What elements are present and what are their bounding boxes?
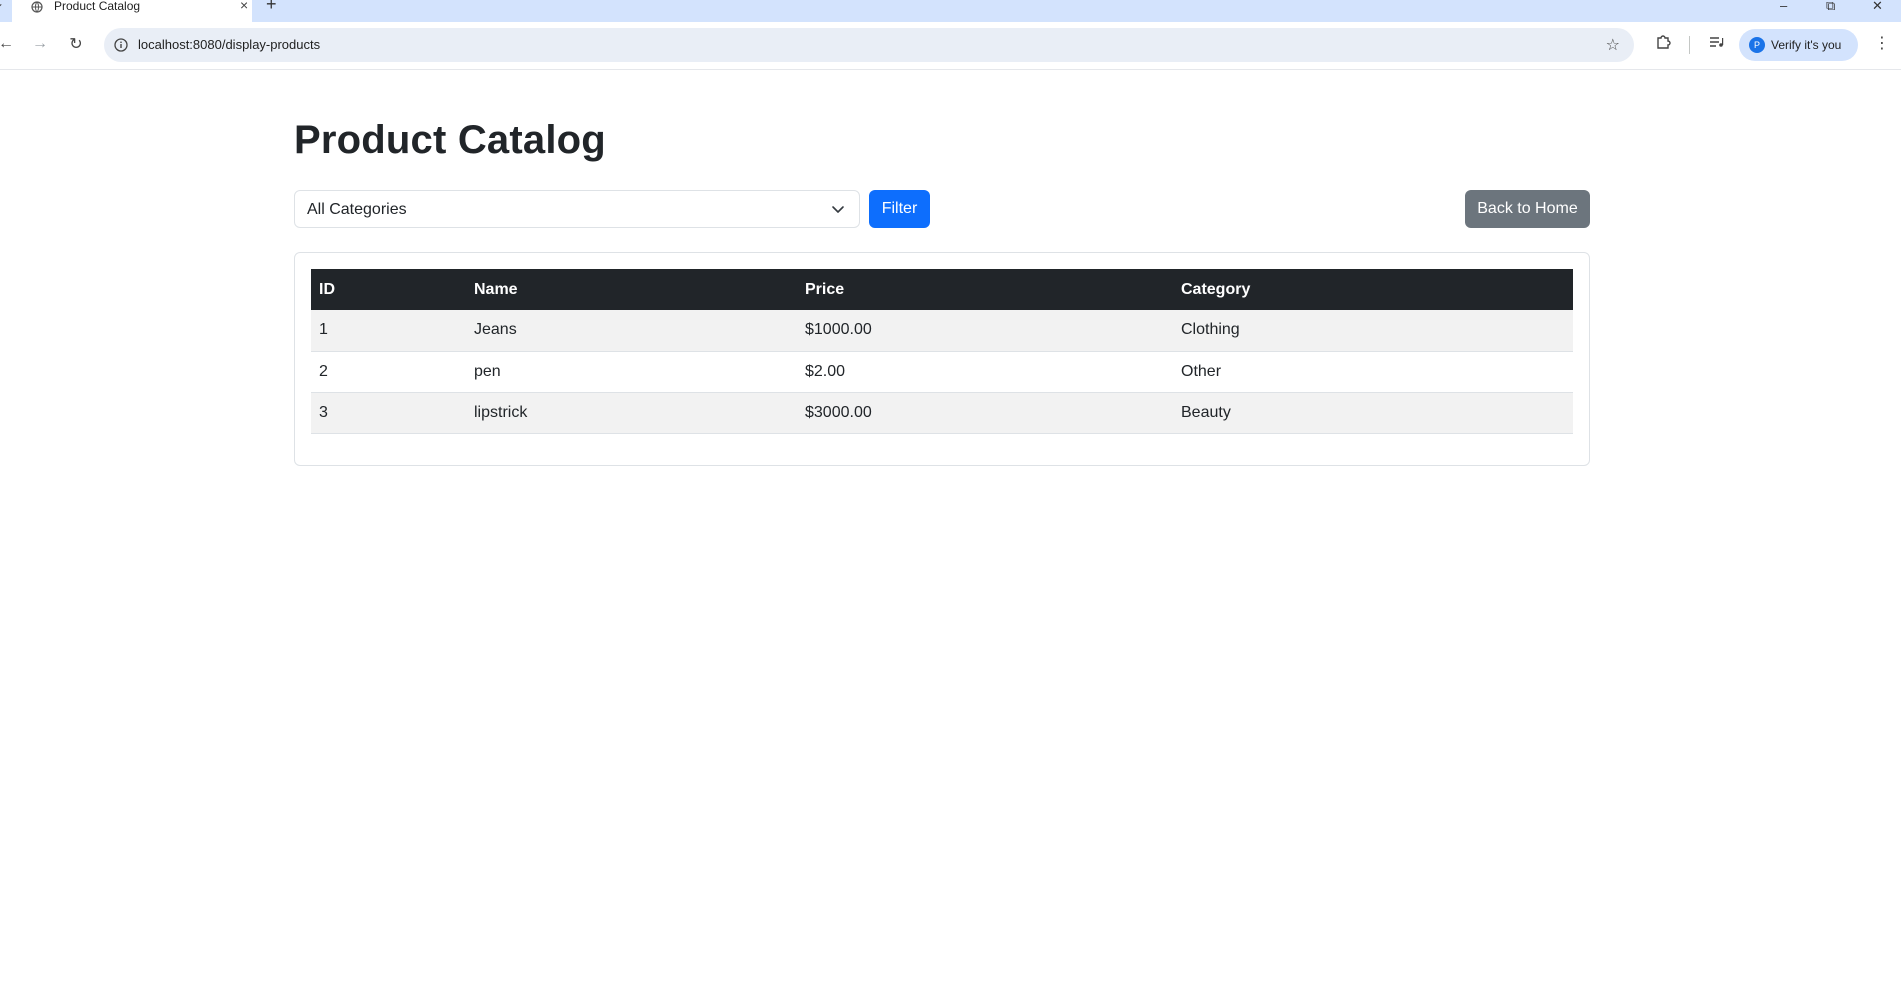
category-select-value: All Categories	[307, 201, 407, 218]
table-row: 3 lipstrick $3000.00 Beauty	[311, 392, 1573, 434]
table-row: 1 Jeans $1000.00 Clothing	[311, 310, 1573, 352]
back-arrow-icon[interactable]: ←	[0, 34, 16, 54]
back-to-home-button[interactable]: Back to Home	[1465, 190, 1590, 228]
browser-toolbar: ← → ↻ localhost:8080/display-products ☆ …	[0, 22, 1901, 70]
reload-icon[interactable]: ↻	[66, 34, 86, 54]
products-table: ID Name Price Category 1 Jeans $1000.00 …	[311, 269, 1573, 434]
puzzle-icon[interactable]	[1655, 34, 1671, 55]
column-header-name: Name	[466, 269, 797, 310]
avatar: P	[1749, 37, 1765, 53]
tab-title: Product Catalog	[54, 0, 141, 13]
chevron-down-icon	[832, 206, 844, 213]
column-header-id: ID	[311, 269, 466, 310]
cell-name: lipstrick	[466, 392, 797, 434]
category-select[interactable]: All Categories	[294, 190, 860, 228]
page-title: Product Catalog	[294, 118, 606, 162]
restore-icon[interactable]: ⧉	[1826, 0, 1835, 14]
cell-category: Other	[1173, 351, 1573, 393]
toolbar-divider	[1689, 36, 1690, 54]
column-header-price: Price	[797, 269, 1173, 310]
globe-icon	[30, 0, 44, 14]
cell-category: Clothing	[1173, 310, 1573, 352]
info-icon[interactable]	[112, 36, 130, 54]
table-header-row: ID Name Price Category	[311, 269, 1573, 310]
cell-price: $1000.00	[797, 310, 1173, 352]
plus-icon[interactable]: +	[266, 0, 277, 13]
url-text[interactable]: localhost:8080/display-products	[138, 37, 320, 52]
table-row: 2 pen $2.00 Other	[311, 351, 1573, 393]
cell-price: $2.00	[797, 351, 1173, 393]
profile-button[interactable]: P Verify it's you	[1739, 29, 1858, 61]
cell-name: pen	[466, 351, 797, 393]
star-icon[interactable]: ☆	[1606, 35, 1620, 55]
tab-product-catalog[interactable]: Product Catalog ×	[12, 0, 252, 22]
tab-strip: ⌄ Product Catalog × + – ⧉ ✕	[0, 0, 1901, 22]
address-bar[interactable]: localhost:8080/display-products ☆	[104, 28, 1634, 62]
column-header-category: Category	[1173, 269, 1573, 310]
forward-arrow-icon[interactable]: →	[30, 34, 50, 54]
products-card: ID Name Price Category 1 Jeans $1000.00 …	[294, 252, 1590, 466]
cell-price: $3000.00	[797, 392, 1173, 434]
filter-button[interactable]: Filter	[869, 190, 930, 228]
cell-name: Jeans	[466, 310, 797, 352]
window-close-icon[interactable]: ✕	[1872, 0, 1883, 14]
minimize-icon[interactable]: –	[1780, 0, 1787, 13]
cell-id: 3	[311, 392, 466, 434]
close-icon[interactable]: ×	[240, 0, 248, 12]
cell-id: 1	[311, 310, 466, 352]
cell-id: 2	[311, 351, 466, 393]
profile-label: Verify it's you	[1771, 38, 1842, 52]
tab-search-icon[interactable]: ⌄	[0, 0, 4, 10]
cell-category: Beauty	[1173, 392, 1573, 434]
media-queue-icon[interactable]	[1708, 34, 1724, 55]
kebab-menu-icon[interactable]: ⋮	[1874, 33, 1890, 53]
